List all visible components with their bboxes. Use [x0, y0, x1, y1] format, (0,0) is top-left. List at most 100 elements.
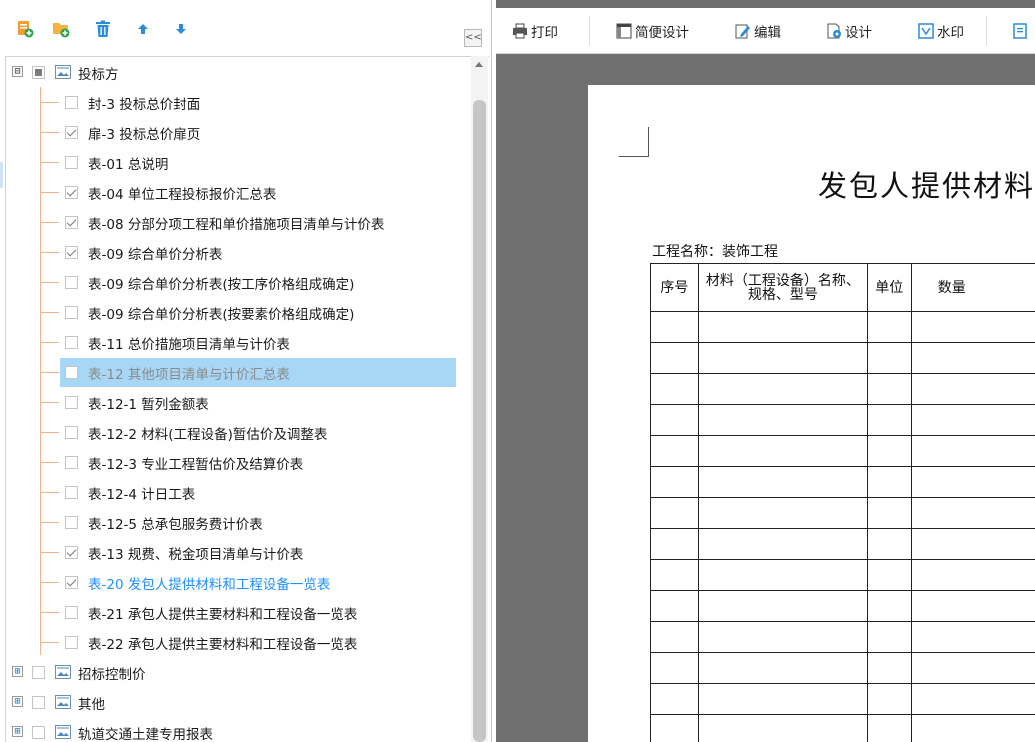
table-cell: [910, 435, 1035, 467]
report-checkbox[interactable]: [65, 276, 78, 289]
table-cell: [650, 342, 699, 374]
table-row: [650, 559, 1035, 591]
tree-group[interactable]: ⊞ 其他: [6, 687, 476, 717]
move-down-icon[interactable]: [172, 20, 190, 38]
table-cell: [910, 714, 1035, 742]
root-checkbox[interactable]: [32, 66, 45, 79]
edit-icon: [735, 23, 751, 39]
group-checkbox[interactable]: [32, 666, 45, 679]
group-checkbox[interactable]: [32, 696, 45, 709]
report-checkbox[interactable]: [65, 396, 78, 409]
table-cell: [697, 683, 868, 715]
report-checkbox[interactable]: [65, 96, 78, 109]
tree-node-root[interactable]: ⊟ 投标方: [6, 57, 476, 87]
tree-node-label: 投标方: [78, 67, 119, 83]
report-checkbox[interactable]: [65, 336, 78, 349]
document-icon: [1012, 23, 1028, 39]
tree-item[interactable]: 表-20 发包人提供材料和工程设备一览表: [6, 567, 476, 597]
report-title: 发包人提供材料: [818, 169, 1035, 203]
move-up-icon[interactable]: [134, 20, 152, 38]
tree-branch-line: [41, 372, 59, 373]
edit-button[interactable]: 编辑: [735, 21, 781, 41]
folder-icon: [55, 725, 71, 739]
tree-item[interactable]: 封-3 投标总价封面: [6, 87, 476, 117]
tree-branch-line: [41, 552, 59, 553]
report-checkbox[interactable]: [65, 306, 78, 319]
expand-node-icon[interactable]: ⊞: [12, 666, 23, 677]
report-checkbox[interactable]: [65, 366, 78, 379]
tree-item[interactable]: 表-12-1 暂列金额表: [6, 387, 476, 417]
more-toolbar-button[interactable]: [1012, 21, 1031, 41]
scroll-up-icon[interactable]: [475, 62, 483, 67]
report-checkbox[interactable]: [65, 456, 78, 469]
collapse-node-icon[interactable]: ⊟: [12, 66, 23, 77]
tree-item[interactable]: 表-09 综合单价分析表(按要素价格组成确定): [6, 297, 476, 327]
tree-item[interactable]: 表-11 总价措施项目清单与计价表: [6, 327, 476, 357]
table-cell: [910, 559, 1035, 591]
table-cell: [650, 311, 699, 343]
table-cell: [697, 373, 868, 405]
report-checkbox[interactable]: [65, 546, 78, 559]
report-checkbox[interactable]: [65, 516, 78, 529]
print-button[interactable]: 打印: [512, 21, 558, 41]
watermark-button[interactable]: 水印: [918, 21, 964, 41]
table-cell: [650, 528, 699, 560]
table-header-row: 序号 材料（工程设备）名称、规格、型号 单位 数量: [650, 263, 1035, 312]
table-cell: [650, 404, 699, 436]
tree-item[interactable]: 表-01 总说明: [6, 147, 476, 177]
report-checkbox[interactable]: [65, 636, 78, 649]
tree-branch-line: [41, 612, 59, 613]
print-preview-area[interactable]: 发包人提供材料 工程名称：装饰工程 序号 材料（工程设备）名称、规格、型号 单位…: [496, 54, 1035, 742]
tree-item[interactable]: 表-09 综合单价分析表: [6, 237, 476, 267]
report-checkbox[interactable]: [65, 426, 78, 439]
table-cell: [866, 435, 912, 467]
table-cell: [650, 559, 699, 591]
tree-item[interactable]: 表-12-2 材料(工程设备)暂估价及调整表: [6, 417, 476, 447]
print-label: 打印: [531, 25, 558, 41]
tree-group[interactable]: ⊞ 轨道交通土建专用报表: [6, 717, 476, 742]
tree-item[interactable]: 表-08 分部分项工程和单价措施项目清单与计价表: [6, 207, 476, 237]
tree-item[interactable]: 表-12 其他项目清单与计价汇总表: [6, 357, 476, 387]
table-cell: [650, 683, 699, 715]
tree-item-label: 表-12-4 计日工表: [88, 487, 196, 503]
group-checkbox[interactable]: [32, 726, 45, 739]
expand-node-icon[interactable]: ⊞: [12, 726, 23, 737]
tree-branch-line: [41, 522, 59, 523]
report-checkbox[interactable]: [65, 126, 78, 139]
add-folder-icon[interactable]: [52, 20, 70, 38]
tree-group[interactable]: ⊞ 招标控制价: [6, 657, 476, 687]
report-checkbox[interactable]: [65, 186, 78, 199]
tree-item-label: 表-09 综合单价分析表(按工序价格组成确定): [88, 277, 355, 293]
collapse-panel-button[interactable]: <<: [464, 29, 482, 47]
report-checkbox[interactable]: [65, 216, 78, 229]
table-cell: [650, 652, 699, 684]
tree-item[interactable]: 表-22 承包人提供主要材料和工程设备一览表: [6, 627, 476, 657]
tree-item-label: 表-04 单位工程投标报价汇总表: [88, 187, 277, 203]
tree-item[interactable]: 表-13 规费、税金项目清单与计价表: [6, 537, 476, 567]
table-cell: [697, 342, 868, 374]
scroll-thumb[interactable]: [473, 100, 486, 742]
tree-item[interactable]: 扉-3 投标总价扉页: [6, 117, 476, 147]
tree-item[interactable]: 表-12-5 总承包服务费计价表: [6, 507, 476, 537]
tree-group-label: 其他: [78, 697, 105, 713]
tree-item[interactable]: 表-12-4 计日工表: [6, 477, 476, 507]
expand-node-icon[interactable]: ⊞: [12, 696, 23, 707]
report-checkbox[interactable]: [65, 156, 78, 169]
tree-item-label: 表-11 总价措施项目清单与计价表: [88, 337, 290, 353]
tree-item[interactable]: 表-21 承包人提供主要材料和工程设备一览表: [6, 597, 476, 627]
tree-item[interactable]: 表-04 单位工程投标报价汇总表: [6, 177, 476, 207]
tree-item[interactable]: 表-09 综合单价分析表(按工序价格组成确定): [6, 267, 476, 297]
tree-scrollbar[interactable]: [471, 56, 488, 742]
simple-design-button[interactable]: 简便设计: [616, 21, 689, 41]
report-checkbox[interactable]: [65, 486, 78, 499]
tree-item[interactable]: 表-12-3 专业工程暂估价及结算价表: [6, 447, 476, 477]
delete-icon[interactable]: [94, 20, 112, 38]
report-checkbox[interactable]: [65, 246, 78, 259]
folder-icon: [55, 65, 71, 79]
report-checkbox[interactable]: [65, 606, 78, 619]
add-report-icon[interactable]: [16, 20, 34, 38]
report-checkbox[interactable]: [65, 576, 78, 589]
report-page: 发包人提供材料 工程名称：装饰工程 序号 材料（工程设备）名称、规格、型号 单位…: [588, 85, 1035, 742]
design-button[interactable]: 设计: [826, 21, 872, 41]
watermark-icon: [918, 23, 934, 39]
